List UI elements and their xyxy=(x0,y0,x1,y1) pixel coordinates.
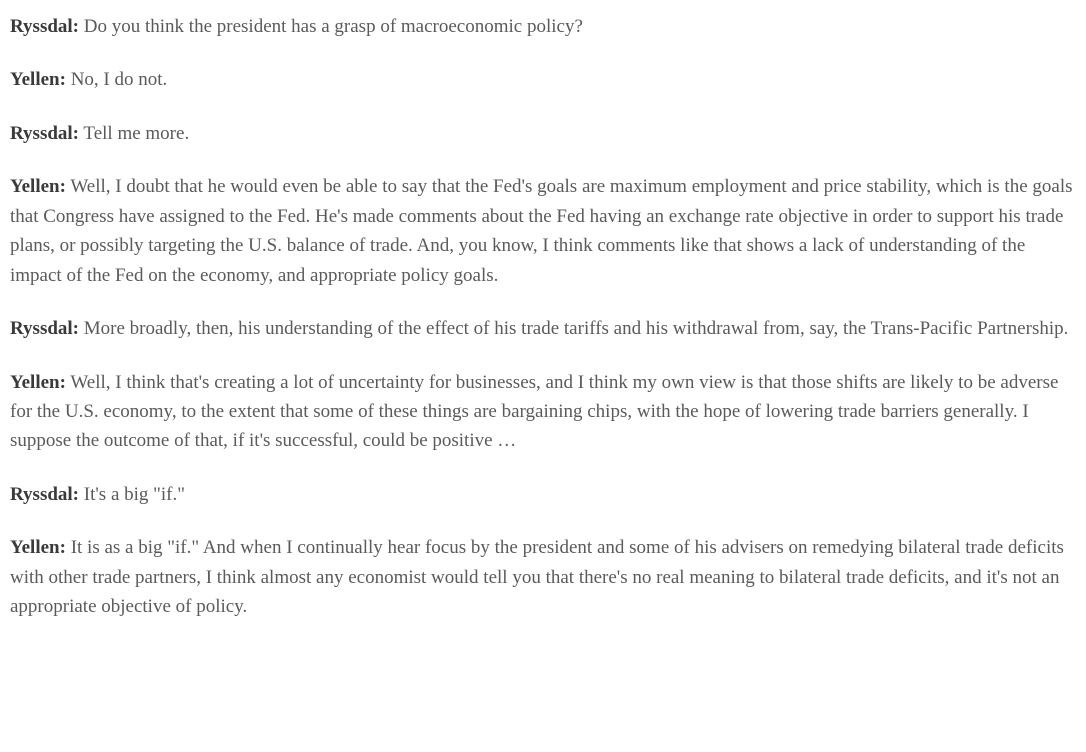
dialogue-text: More broadly, then, his understanding of… xyxy=(79,318,1068,339)
interview-exchange: Yellen: Well, I think that's creating a … xyxy=(10,368,1076,456)
dialogue-text: No, I do not. xyxy=(66,69,167,90)
speaker-name: Yellen: xyxy=(10,176,66,197)
dialogue-text: Well, I think that's creating a lot of u… xyxy=(10,372,1058,452)
dialogue-text: It's a big "if." xyxy=(79,484,185,505)
interview-exchange: Ryssdal: Tell me more. xyxy=(10,119,1076,148)
speaker-name: Ryssdal: xyxy=(10,123,79,144)
interview-exchange: Ryssdal: It's a big "if." xyxy=(10,480,1076,509)
dialogue-text: Tell me more. xyxy=(79,123,189,144)
interview-exchange: Yellen: Well, I doubt that he would even… xyxy=(10,172,1076,290)
interview-exchange: Yellen: It is as a big "if." And when I … xyxy=(10,533,1076,621)
interview-exchange: Ryssdal: Do you think the president has … xyxy=(10,12,1076,41)
speaker-name: Yellen: xyxy=(10,372,66,393)
speaker-name: Yellen: xyxy=(10,69,66,90)
interview-exchange: Yellen: No, I do not. xyxy=(10,65,1076,94)
speaker-name: Ryssdal: xyxy=(10,318,79,339)
dialogue-text: Well, I doubt that he would even be able… xyxy=(10,176,1073,285)
speaker-name: Yellen: xyxy=(10,537,66,558)
interview-exchange: Ryssdal: More broadly, then, his underst… xyxy=(10,314,1076,343)
dialogue-text: It is as a big "if." And when I continua… xyxy=(10,537,1064,617)
speaker-name: Ryssdal: xyxy=(10,16,79,37)
speaker-name: Ryssdal: xyxy=(10,484,79,505)
dialogue-text: Do you think the president has a grasp o… xyxy=(79,16,583,37)
